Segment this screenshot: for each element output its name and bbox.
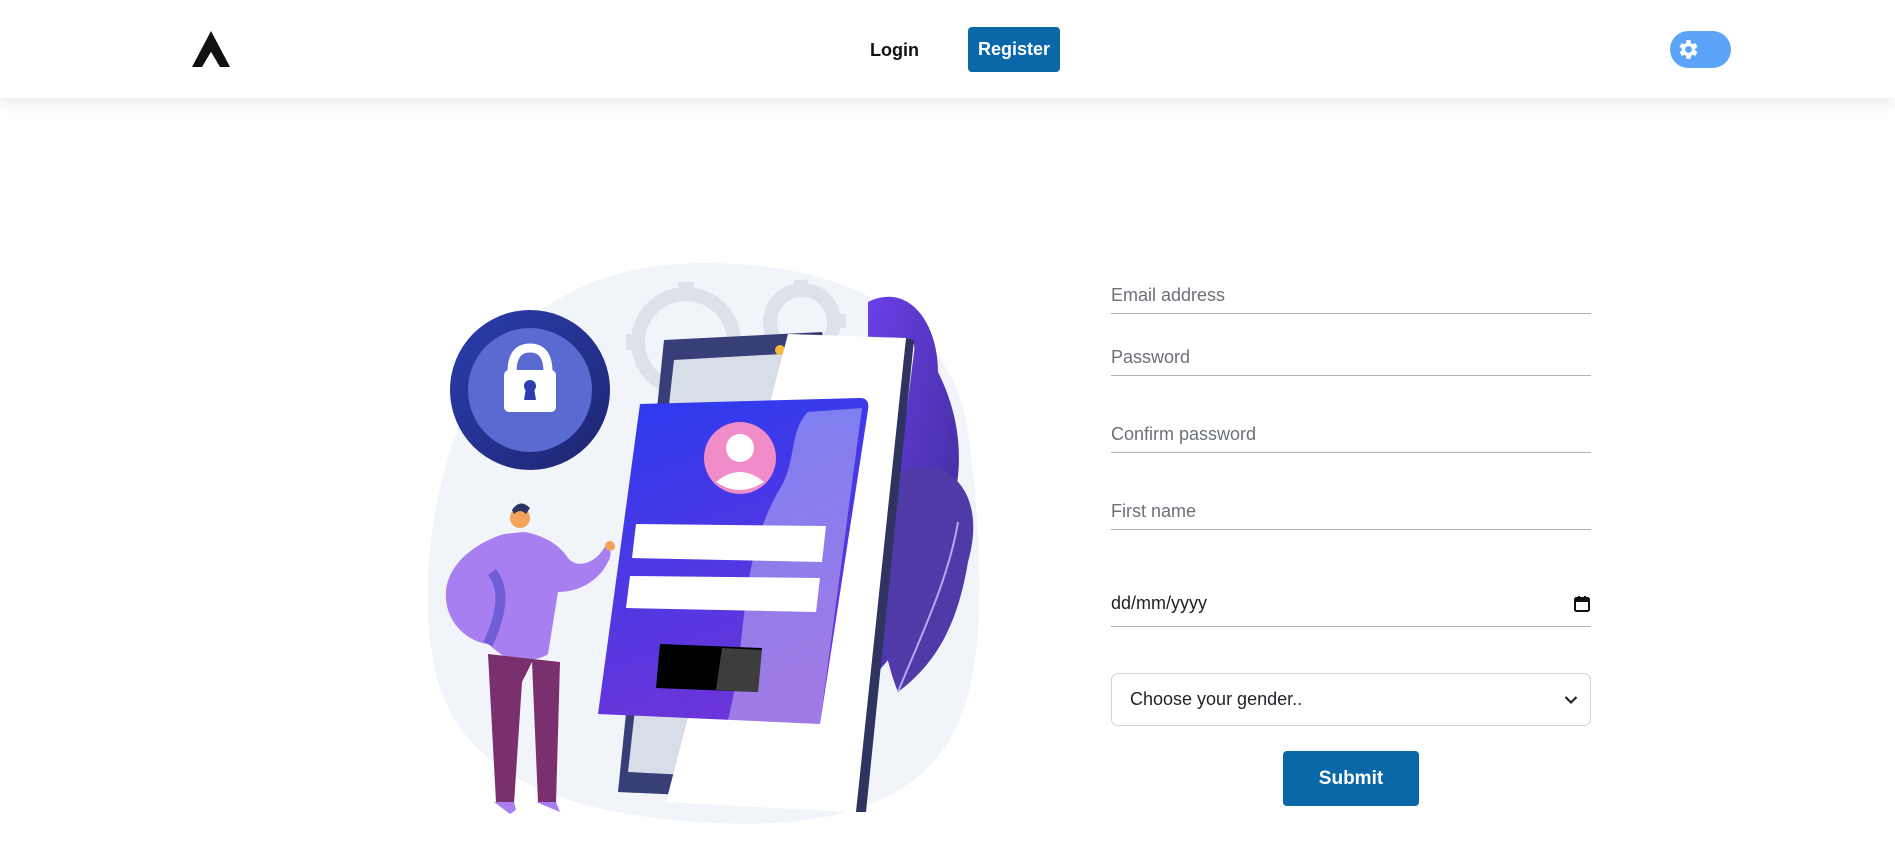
logo-icon[interactable]	[190, 28, 232, 70]
register-button[interactable]: Register	[968, 27, 1061, 72]
gear-icon	[1675, 37, 1700, 62]
email-field-wrapper	[1111, 278, 1591, 314]
gender-selected-value: Choose your gender..	[1130, 689, 1303, 709]
first-name-field-wrapper	[1111, 494, 1591, 530]
navbar: Login Register	[0, 0, 1895, 98]
register-illustration	[427, 262, 984, 826]
password-field[interactable]	[1111, 340, 1591, 375]
gender-select[interactable]: Choose your gender..	[1111, 673, 1591, 726]
date-value: dd/mm/yyyy	[1111, 593, 1208, 613]
login-link[interactable]: Login	[858, 30, 931, 70]
password-field-wrapper	[1111, 340, 1591, 376]
calendar-icon[interactable]	[1573, 595, 1591, 613]
confirm-password-field[interactable]	[1111, 417, 1591, 452]
chevron-down-icon	[1564, 689, 1578, 710]
email-field[interactable]	[1111, 278, 1591, 313]
confirm-password-field-wrapper	[1111, 417, 1591, 453]
theme-toggle[interactable]	[1670, 31, 1731, 68]
first-name-field[interactable]	[1111, 494, 1591, 529]
submit-button[interactable]: Submit	[1283, 751, 1419, 806]
date-of-birth-field[interactable]: dd/mm/yyyy	[1111, 581, 1591, 627]
